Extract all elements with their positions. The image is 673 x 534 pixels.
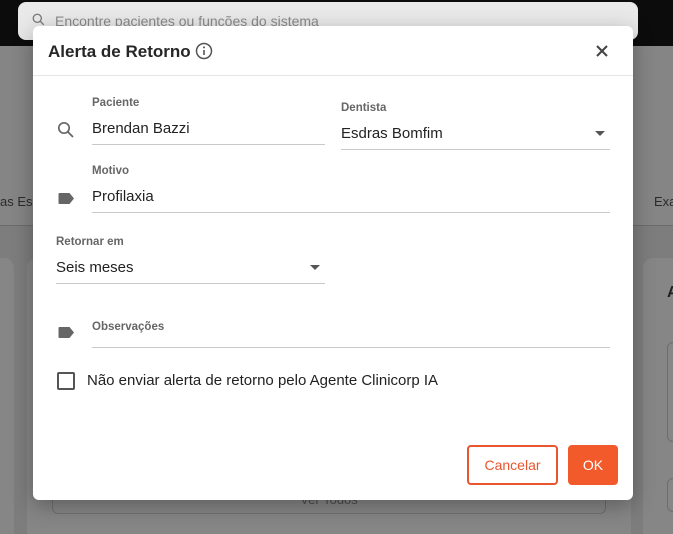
card-right-box <box>667 342 673 442</box>
close-icon[interactable] <box>591 40 613 62</box>
info-icon[interactable] <box>195 42 213 60</box>
tab-right-fragment: Exa <box>654 194 673 209</box>
card-right-box-small <box>667 478 673 512</box>
nao-enviar-alerta-checkbox[interactable] <box>57 372 75 390</box>
dentista-label: Dentista <box>341 102 387 114</box>
background-card-right: A <box>643 258 673 534</box>
cancel-button[interactable]: Cancelar <box>467 445 558 485</box>
alerta-retorno-dialog: Alerta de Retorno Paciente Brendan Bazzi… <box>33 26 633 500</box>
dialog-title: Alerta de Retorno <box>48 42 191 61</box>
dentista-select[interactable]: Esdras Bomfim <box>341 125 443 142</box>
retornar-label: Retornar em <box>56 236 124 248</box>
paciente-underline <box>92 144 325 145</box>
observacoes-underline <box>92 347 610 348</box>
chevron-down-icon[interactable] <box>310 265 320 270</box>
motivo-label: Motivo <box>92 165 130 177</box>
search-icon <box>57 121 74 138</box>
chevron-down-icon[interactable] <box>595 131 605 136</box>
ok-button[interactable]: OK <box>568 445 618 485</box>
nao-enviar-alerta-label[interactable]: Não enviar alerta de retorno pelo Agente… <box>87 372 438 389</box>
paciente-field[interactable]: Brendan Bazzi <box>92 120 190 137</box>
motivo-field[interactable]: Profilaxia <box>92 188 154 205</box>
dialog-header: Alerta de Retorno <box>33 26 633 76</box>
search-icon <box>32 13 45 26</box>
retornar-underline <box>56 283 325 284</box>
retornar-select[interactable]: Seis meses <box>56 259 134 276</box>
observacoes-field[interactable] <box>92 326 610 346</box>
background-card-left <box>0 258 14 534</box>
motivo-underline <box>92 212 610 213</box>
tag-icon <box>58 327 74 338</box>
tab-left-fragment: as Es <box>0 194 33 209</box>
dentista-underline <box>341 149 610 150</box>
card-right-heading: A <box>667 284 673 301</box>
paciente-label: Paciente <box>92 97 140 109</box>
tag-icon <box>58 193 74 204</box>
